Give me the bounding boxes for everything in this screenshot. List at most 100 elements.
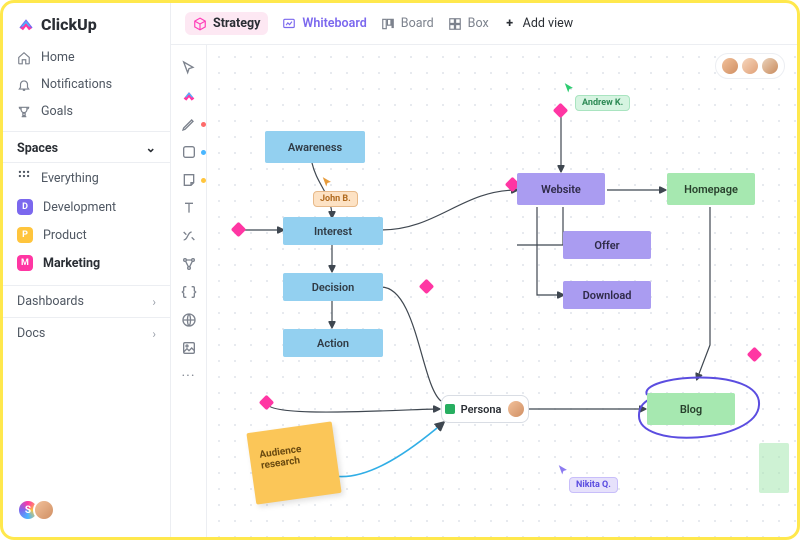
cursor-john-icon bbox=[321, 175, 333, 187]
presence-avatars[interactable] bbox=[715, 53, 785, 79]
node-decision[interactable]: Decision bbox=[283, 273, 383, 301]
status-square-icon bbox=[445, 404, 455, 414]
nav-goals[interactable]: Goals bbox=[3, 98, 170, 125]
space-development[interactable]: D Development bbox=[3, 193, 170, 221]
space-marketing[interactable]: M Marketing bbox=[3, 249, 170, 277]
sidebar: ClickUp Home Notifications Goals Spaces … bbox=[3, 3, 171, 537]
presence-avatar-3[interactable] bbox=[760, 56, 780, 76]
cursor-nikita-icon bbox=[557, 463, 569, 475]
tool-select[interactable] bbox=[180, 59, 198, 77]
node-label: Website bbox=[541, 183, 581, 196]
nav-goals-label: Goals bbox=[41, 104, 73, 119]
node-persona[interactable]: Persona bbox=[441, 395, 529, 423]
plus-icon: + bbox=[503, 17, 517, 31]
node-offer[interactable]: Offer bbox=[563, 231, 651, 259]
view-board-label: Board bbox=[401, 16, 434, 31]
sticky-text: Audience research bbox=[259, 444, 302, 472]
nav-docs[interactable]: Docs › bbox=[3, 317, 170, 349]
view-strategy[interactable]: Strategy bbox=[185, 12, 268, 35]
tool-more[interactable]: ··· bbox=[180, 367, 198, 385]
tool-shape[interactable] bbox=[180, 143, 198, 161]
trophy-icon bbox=[17, 105, 31, 119]
view-box-label: Box bbox=[468, 16, 489, 31]
node-label: Action bbox=[317, 337, 349, 350]
node-awareness[interactable]: Awareness bbox=[265, 131, 365, 163]
spaces-header[interactable]: Spaces ⌄ bbox=[3, 131, 170, 163]
assignee-avatar[interactable] bbox=[507, 400, 525, 418]
tool-image[interactable] bbox=[180, 339, 198, 357]
cube-icon bbox=[193, 17, 207, 31]
node-handle[interactable] bbox=[231, 222, 247, 238]
user-tag-john: John B. bbox=[313, 191, 358, 207]
node-label: Decision bbox=[312, 281, 355, 294]
chevron-down-icon: ⌄ bbox=[146, 140, 156, 156]
view-whiteboard[interactable]: Whiteboard bbox=[282, 16, 366, 31]
presence-avatar-2[interactable] bbox=[740, 56, 760, 76]
tool-brackets-icon[interactable] bbox=[180, 283, 198, 301]
node-interest[interactable]: Interest bbox=[283, 217, 383, 245]
space-badge-marketing: M bbox=[17, 255, 33, 271]
add-view-label: Add view bbox=[523, 16, 573, 31]
topbar: Strategy Whiteboard Board Box + Add view bbox=[171, 3, 797, 45]
whiteboard-canvas[interactable]: Awareness Interest Decision Action Websi… bbox=[207, 45, 797, 537]
nav-dashboards[interactable]: Dashboards › bbox=[3, 285, 170, 317]
tool-connector[interactable] bbox=[180, 227, 198, 245]
tool-relationship-icon[interactable] bbox=[180, 255, 198, 273]
space-product[interactable]: P Product bbox=[3, 221, 170, 249]
node-download[interactable]: Download bbox=[563, 281, 651, 309]
view-board[interactable]: Board bbox=[381, 16, 434, 31]
space-badge-development: D bbox=[17, 199, 33, 215]
node-label: Awareness bbox=[288, 141, 342, 154]
spaces-header-label: Spaces bbox=[17, 141, 58, 156]
node-website[interactable]: Website bbox=[517, 173, 605, 205]
sticky-audience[interactable]: Audience research bbox=[246, 421, 341, 504]
space-development-label: Development bbox=[43, 200, 116, 215]
home-icon bbox=[17, 51, 31, 65]
tool-web-icon[interactable] bbox=[180, 311, 198, 329]
box-icon bbox=[448, 17, 462, 31]
brand: ClickUp bbox=[3, 15, 170, 44]
toolbox: ··· bbox=[171, 45, 207, 537]
node-action[interactable]: Action bbox=[283, 329, 383, 357]
view-whiteboard-label: Whiteboard bbox=[302, 16, 366, 31]
tool-text[interactable] bbox=[180, 199, 198, 217]
node-label: Interest bbox=[314, 225, 352, 238]
space-product-label: Product bbox=[43, 228, 87, 243]
whiteboard-icon bbox=[282, 17, 296, 31]
node-stub[interactable] bbox=[759, 443, 789, 493]
view-strategy-label: Strategy bbox=[213, 16, 260, 31]
node-label: Download bbox=[583, 289, 632, 302]
tool-clickup-icon[interactable] bbox=[180, 87, 198, 105]
tool-sticky[interactable] bbox=[180, 171, 198, 189]
nav-home[interactable]: Home bbox=[3, 44, 170, 71]
nav-docs-label: Docs bbox=[17, 326, 45, 341]
presence-avatar-1[interactable] bbox=[720, 56, 740, 76]
brand-name: ClickUp bbox=[41, 15, 97, 34]
tool-pen[interactable] bbox=[180, 115, 198, 133]
node-label: Offer bbox=[594, 239, 619, 252]
main: Strategy Whiteboard Board Box + Add view bbox=[171, 3, 797, 537]
node-handle[interactable] bbox=[553, 103, 569, 119]
node-handle[interactable] bbox=[419, 279, 435, 295]
node-blog[interactable]: Blog bbox=[647, 393, 735, 425]
node-homepage[interactable]: Homepage bbox=[667, 173, 755, 205]
board-icon bbox=[381, 17, 395, 31]
space-marketing-label: Marketing bbox=[43, 256, 100, 271]
clickup-logo-icon bbox=[17, 16, 35, 34]
user-avatar[interactable] bbox=[33, 499, 55, 521]
space-everything-label: Everything bbox=[41, 171, 99, 186]
chevron-right-icon: › bbox=[152, 327, 156, 341]
grid-icon bbox=[17, 169, 31, 187]
user-tag-andrew: Andrew K. bbox=[575, 95, 630, 111]
chevron-right-icon: › bbox=[152, 295, 156, 309]
space-everything[interactable]: Everything bbox=[3, 163, 170, 193]
node-handle[interactable] bbox=[747, 347, 763, 363]
nav-dashboards-label: Dashboards bbox=[17, 294, 84, 309]
add-view-button[interactable]: + Add view bbox=[503, 16, 573, 31]
nav-notifications[interactable]: Notifications bbox=[3, 71, 170, 98]
node-handle[interactable] bbox=[259, 395, 275, 411]
nav-notifications-label: Notifications bbox=[41, 77, 112, 92]
node-label: Blog bbox=[680, 403, 702, 416]
view-box[interactable]: Box bbox=[448, 16, 489, 31]
node-label: Homepage bbox=[684, 183, 738, 196]
